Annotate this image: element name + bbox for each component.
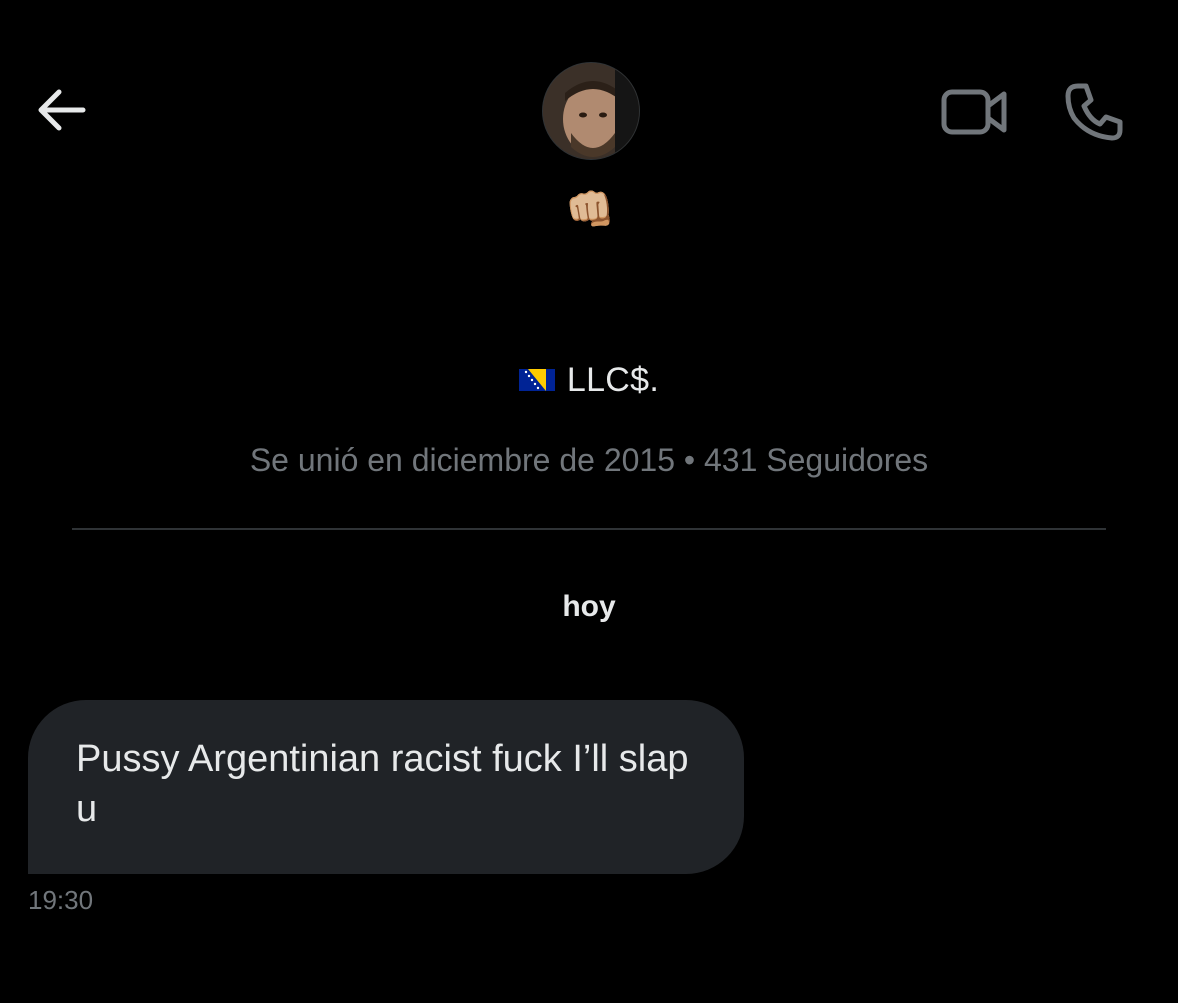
phone-call-button[interactable] (1062, 80, 1126, 144)
phone-call-icon (1065, 83, 1123, 141)
arrow-left-icon (38, 89, 86, 131)
video-call-icon (941, 89, 1007, 135)
profile-name: LLC$. (566, 360, 660, 399)
avatar[interactable] (542, 62, 640, 160)
back-button[interactable] (30, 82, 90, 138)
video-call-button[interactable] (940, 84, 1010, 140)
message-bubble[interactable]: Pussy Argentinian racist fuck I’ll slap … (28, 700, 744, 874)
profile-name-row[interactable]: LLC$. (0, 352, 1178, 408)
message-text: Pussy Argentinian racist fuck I’ll slap … (76, 738, 689, 830)
message-timestamp: 19:30 (28, 885, 94, 915)
divider (72, 528, 1106, 530)
header-emoji: 👊🏼 (565, 187, 615, 233)
profile-meta: Se unió en diciembre de 2015 • 431 Segui… (249, 442, 929, 478)
profile-avatar (543, 63, 639, 159)
bosnia-flag-icon (518, 369, 555, 391)
date-separator: hoy (562, 590, 616, 623)
